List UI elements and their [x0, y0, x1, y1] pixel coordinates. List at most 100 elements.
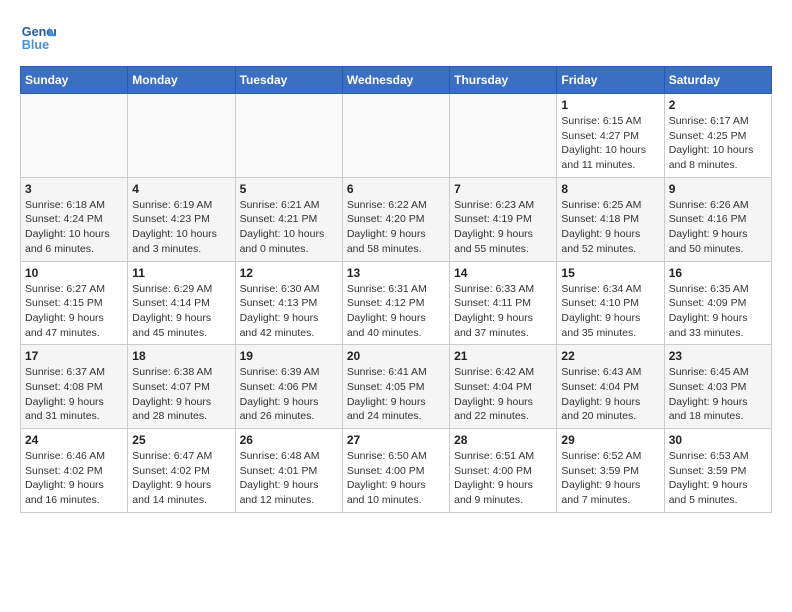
day-info: Sunrise: 6:43 AMSunset: 4:04 PMDaylight:… — [561, 365, 659, 424]
day-of-week-header: Thursday — [450, 67, 557, 94]
day-info: Sunrise: 6:35 AMSunset: 4:09 PMDaylight:… — [669, 282, 767, 341]
day-info: Sunrise: 6:47 AMSunset: 4:02 PMDaylight:… — [132, 449, 230, 508]
day-number: 28 — [454, 433, 552, 447]
calendar-cell: 25 Sunrise: 6:47 AMSunset: 4:02 PMDayligh… — [128, 429, 235, 513]
day-number: 7 — [454, 182, 552, 196]
day-number: 27 — [347, 433, 445, 447]
day-of-week-header: Wednesday — [342, 67, 449, 94]
day-info: Sunrise: 6:22 AMSunset: 4:20 PMDaylight:… — [347, 198, 445, 257]
calendar-cell: 17 Sunrise: 6:37 AMSunset: 4:08 PMDayligh… — [21, 345, 128, 429]
day-info: Sunrise: 6:26 AMSunset: 4:16 PMDaylight:… — [669, 198, 767, 257]
calendar-cell: 1Sunrise: 6:15 AMSunset: 4:27 PMDaylight… — [557, 94, 664, 178]
calendar-week-row: 10Sunrise: 6:27 AMSunset: 4:15 PMDayligh… — [21, 261, 772, 345]
day-number: 29 — [561, 433, 659, 447]
day-number: 5 — [240, 182, 338, 196]
logo-icon: General Blue — [20, 20, 56, 56]
day-info: Sunrise: 6:31 AMSunset: 4:12 PMDaylight:… — [347, 282, 445, 341]
day-number: 9 — [669, 182, 767, 196]
calendar-cell: 3 Sunrise: 6:18 AMSunset: 4:24 PMDaylight… — [21, 177, 128, 261]
day-info: Sunrise: 6:25 AMSunset: 4:18 PMDaylight:… — [561, 198, 659, 257]
day-number: 1 — [561, 98, 659, 112]
day-number: 24 — [25, 433, 123, 447]
day-info: Sunrise: 6:42 AMSunset: 4:04 PMDaylight:… — [454, 365, 552, 424]
calendar-cell: 7 Sunrise: 6:23 AMSunset: 4:19 PMDaylight… — [450, 177, 557, 261]
day-number: 22 — [561, 349, 659, 363]
calendar-cell: 10Sunrise: 6:27 AMSunset: 4:15 PMDayligh… — [21, 261, 128, 345]
day-info: Sunrise: 6:38 AMSunset: 4:07 PMDaylight:… — [132, 365, 230, 424]
calendar-week-row: 24 Sunrise: 6:46 AMSunset: 4:02 PMDayligh… — [21, 429, 772, 513]
day-number: 17 — [25, 349, 123, 363]
day-number: 25 — [132, 433, 230, 447]
calendar-cell: 20 Sunrise: 6:41 AMSunset: 4:05 PMDayligh… — [342, 345, 449, 429]
day-info: Sunrise: 6:29 AMSunset: 4:14 PMDaylight:… — [132, 282, 230, 341]
calendar-week-row: 17 Sunrise: 6:37 AMSunset: 4:08 PMDayligh… — [21, 345, 772, 429]
day-info: Sunrise: 6:23 AMSunset: 4:19 PMDaylight:… — [454, 198, 552, 257]
calendar-cell: 22 Sunrise: 6:43 AMSunset: 4:04 PMDayligh… — [557, 345, 664, 429]
day-number: 11 — [132, 266, 230, 280]
day-number: 15 — [561, 266, 659, 280]
day-number: 23 — [669, 349, 767, 363]
day-info: Sunrise: 6:45 AMSunset: 4:03 PMDaylight:… — [669, 365, 767, 424]
calendar-cell: 4 Sunrise: 6:19 AMSunset: 4:23 PMDaylight… — [128, 177, 235, 261]
calendar-cell: 13 Sunrise: 6:31 AMSunset: 4:12 PMDayligh… — [342, 261, 449, 345]
calendar-cell: 16 Sunrise: 6:35 AMSunset: 4:09 PMDayligh… — [664, 261, 771, 345]
calendar-cell: 18 Sunrise: 6:38 AMSunset: 4:07 PMDayligh… — [128, 345, 235, 429]
day-number: 14 — [454, 266, 552, 280]
day-number: 30 — [669, 433, 767, 447]
calendar-cell: 24 Sunrise: 6:46 AMSunset: 4:02 PMDayligh… — [21, 429, 128, 513]
day-info: Sunrise: 6:50 AMSunset: 4:00 PMDaylight:… — [347, 449, 445, 508]
day-number: 21 — [454, 349, 552, 363]
calendar-week-row: 3 Sunrise: 6:18 AMSunset: 4:24 PMDaylight… — [21, 177, 772, 261]
day-of-week-header: Friday — [557, 67, 664, 94]
day-number: 26 — [240, 433, 338, 447]
day-info: Sunrise: 6:30 AMSunset: 4:13 PMDaylight:… — [240, 282, 338, 341]
day-of-week-header: Sunday — [21, 67, 128, 94]
calendar-cell — [128, 94, 235, 178]
svg-text:Blue: Blue — [22, 38, 49, 52]
calendar-cell: 23 Sunrise: 6:45 AMSunset: 4:03 PMDayligh… — [664, 345, 771, 429]
day-number: 8 — [561, 182, 659, 196]
day-info: Sunrise: 6:21 AMSunset: 4:21 PMDaylight:… — [240, 198, 338, 257]
calendar-cell: 11 Sunrise: 6:29 AMSunset: 4:14 PMDayligh… — [128, 261, 235, 345]
calendar-cell: 26 Sunrise: 6:48 AMSunset: 4:01 PMDayligh… — [235, 429, 342, 513]
day-number: 20 — [347, 349, 445, 363]
day-number: 16 — [669, 266, 767, 280]
day-of-week-header: Tuesday — [235, 67, 342, 94]
day-info: Sunrise: 6:52 AMSunset: 3:59 PMDaylight:… — [561, 449, 659, 508]
calendar-cell: 21 Sunrise: 6:42 AMSunset: 4:04 PMDayligh… — [450, 345, 557, 429]
calendar-cell: 27 Sunrise: 6:50 AMSunset: 4:00 PMDayligh… — [342, 429, 449, 513]
day-info: Sunrise: 6:41 AMSunset: 4:05 PMDaylight:… — [347, 365, 445, 424]
day-info: Sunrise: 6:48 AMSunset: 4:01 PMDaylight:… — [240, 449, 338, 508]
day-info: Sunrise: 6:53 AMSunset: 3:59 PMDaylight:… — [669, 449, 767, 508]
calendar-cell: 28Sunrise: 6:51 AMSunset: 4:00 PMDayligh… — [450, 429, 557, 513]
calendar-week-row: 1Sunrise: 6:15 AMSunset: 4:27 PMDaylight… — [21, 94, 772, 178]
day-number: 3 — [25, 182, 123, 196]
day-number: 12 — [240, 266, 338, 280]
calendar-cell: 5 Sunrise: 6:21 AMSunset: 4:21 PMDaylight… — [235, 177, 342, 261]
day-number: 19 — [240, 349, 338, 363]
day-number: 6 — [347, 182, 445, 196]
calendar-cell: 2 Sunrise: 6:17 AMSunset: 4:25 PMDaylight… — [664, 94, 771, 178]
day-info: Sunrise: 6:19 AMSunset: 4:23 PMDaylight:… — [132, 198, 230, 257]
day-number: 10 — [25, 266, 123, 280]
calendar-cell: 8 Sunrise: 6:25 AMSunset: 4:18 PMDaylight… — [557, 177, 664, 261]
calendar-cell — [450, 94, 557, 178]
day-number: 2 — [669, 98, 767, 112]
calendar-cell — [342, 94, 449, 178]
calendar-cell: 12 Sunrise: 6:30 AMSunset: 4:13 PMDayligh… — [235, 261, 342, 345]
day-number: 4 — [132, 182, 230, 196]
day-number: 13 — [347, 266, 445, 280]
day-info: Sunrise: 6:18 AMSunset: 4:24 PMDaylight:… — [25, 198, 123, 257]
day-info: Sunrise: 6:39 AMSunset: 4:06 PMDaylight:… — [240, 365, 338, 424]
calendar-cell: 29 Sunrise: 6:52 AMSunset: 3:59 PMDayligh… — [557, 429, 664, 513]
day-number: 18 — [132, 349, 230, 363]
calendar-cell: 30 Sunrise: 6:53 AMSunset: 3:59 PMDayligh… — [664, 429, 771, 513]
day-info: Sunrise: 6:17 AMSunset: 4:25 PMDaylight:… — [669, 114, 767, 173]
day-of-week-header: Monday — [128, 67, 235, 94]
day-info: Sunrise: 6:37 AMSunset: 4:08 PMDaylight:… — [25, 365, 123, 424]
day-info: Sunrise: 6:46 AMSunset: 4:02 PMDaylight:… — [25, 449, 123, 508]
page-header: General Blue — [20, 20, 772, 56]
logo: General Blue — [20, 20, 56, 56]
calendar-cell: 15Sunrise: 6:34 AMSunset: 4:10 PMDayligh… — [557, 261, 664, 345]
calendar-header-row: SundayMondayTuesdayWednesdayThursdayFrid… — [21, 67, 772, 94]
